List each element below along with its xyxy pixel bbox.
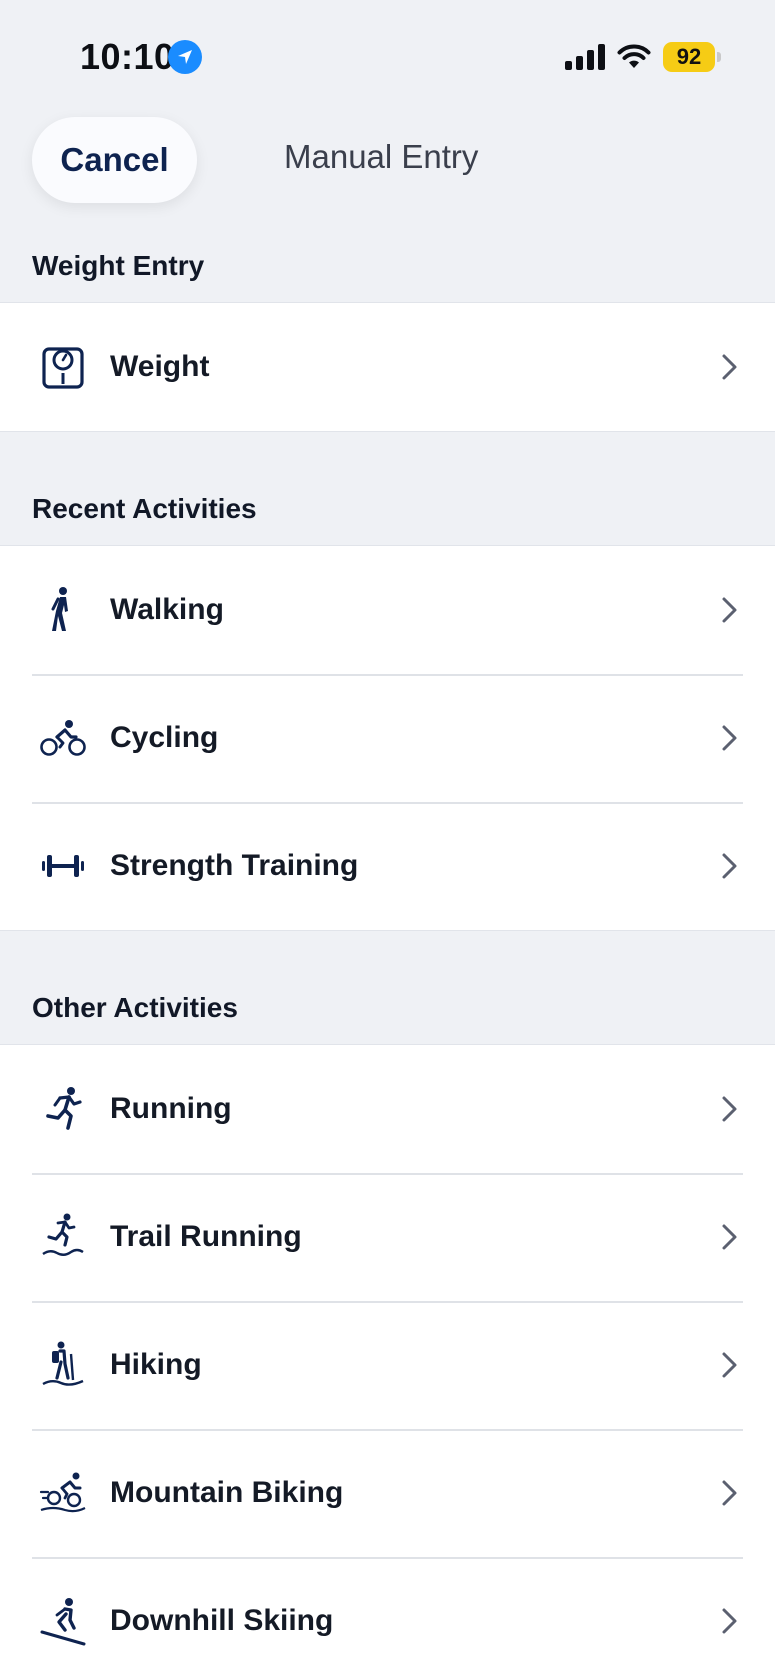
recent-activities-group: Walking Cycling Strength Training bbox=[0, 545, 775, 931]
chevron-right-icon bbox=[722, 1480, 737, 1506]
section-header-other-activities: Other Activities bbox=[32, 992, 238, 1023]
row-label-weight: Weight bbox=[110, 350, 210, 383]
status-indicators: 92 bbox=[565, 40, 721, 74]
row-label-cycling: Cycling bbox=[110, 721, 219, 754]
other-activities-group: Running Trail Running Hiking Mountain Bi… bbox=[0, 1044, 775, 1680]
status-time: 10:10 bbox=[80, 36, 175, 77]
chevron-right-icon bbox=[722, 1608, 737, 1634]
page-title: Manual Entry bbox=[284, 138, 479, 175]
screen: 10:10 92 Cancel Manual Entry Weight Entr… bbox=[0, 0, 775, 1680]
list-item-strength-training[interactable]: Strength Training bbox=[0, 802, 775, 930]
skiing-icon bbox=[38, 1596, 88, 1646]
chevron-right-icon bbox=[722, 853, 737, 879]
chevron-right-icon bbox=[722, 354, 737, 380]
battery-level: 92 bbox=[676, 44, 702, 69]
list-item-trail-running[interactable]: Trail Running bbox=[0, 1173, 775, 1301]
battery-indicator: 92 bbox=[663, 42, 721, 72]
dumbbell-icon bbox=[38, 841, 88, 891]
row-label-trail-running: Trail Running bbox=[110, 1220, 302, 1253]
status-bar: 10:10 92 bbox=[0, 0, 775, 110]
running-icon bbox=[38, 1084, 88, 1134]
wifi-icon bbox=[617, 44, 651, 68]
walking-icon bbox=[38, 585, 88, 635]
cellular-signal-icon bbox=[565, 44, 605, 70]
chevron-right-icon bbox=[722, 1352, 737, 1378]
row-label-strength-training: Strength Training bbox=[110, 849, 359, 882]
section-header-weight-entry: Weight Entry bbox=[32, 250, 205, 281]
chevron-right-icon bbox=[722, 725, 737, 751]
section-header-recent-activities: Recent Activities bbox=[32, 493, 257, 524]
row-label-walking: Walking bbox=[110, 593, 224, 626]
weight-entry-group: Weight bbox=[0, 302, 775, 432]
cycling-icon bbox=[38, 713, 88, 763]
list-item-downhill-skiing[interactable]: Downhill Skiing bbox=[0, 1557, 775, 1680]
cancel-button[interactable]: Cancel bbox=[32, 117, 197, 203]
list-item-cycling[interactable]: Cycling bbox=[0, 674, 775, 802]
row-label-mountain-biking: Mountain Biking bbox=[110, 1476, 344, 1509]
mountain-biking-icon bbox=[38, 1468, 88, 1518]
chevron-right-icon bbox=[722, 597, 737, 623]
location-arrow-icon bbox=[168, 40, 202, 74]
row-label-hiking: Hiking bbox=[110, 1348, 202, 1381]
list-item-weight[interactable]: Weight bbox=[0, 303, 775, 431]
row-label-downhill-skiing: Downhill Skiing bbox=[110, 1604, 334, 1637]
list-item-mountain-biking[interactable]: Mountain Biking bbox=[0, 1429, 775, 1557]
hiking-icon bbox=[38, 1340, 88, 1390]
chevron-right-icon bbox=[722, 1224, 737, 1250]
list-item-walking[interactable]: Walking bbox=[0, 546, 775, 674]
list-item-running[interactable]: Running bbox=[0, 1045, 775, 1173]
trail-running-icon bbox=[38, 1212, 88, 1262]
chevron-right-icon bbox=[722, 1096, 737, 1122]
row-label-running: Running bbox=[110, 1092, 232, 1125]
scale-icon bbox=[38, 342, 88, 392]
list-item-hiking[interactable]: Hiking bbox=[0, 1301, 775, 1429]
